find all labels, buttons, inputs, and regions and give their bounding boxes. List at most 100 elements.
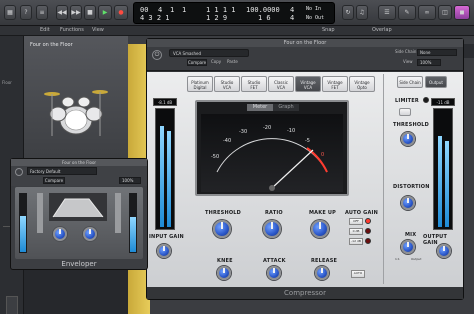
mix-min-label: 1:1 xyxy=(395,257,400,261)
preset-menu[interactable]: VCA Smashed xyxy=(169,49,249,57)
view-zoom-select[interactable]: 100% xyxy=(417,59,441,66)
limiter-threshold-knob[interactable] xyxy=(401,132,415,146)
browser-button[interactable]: ◫ xyxy=(438,5,452,20)
attack-knob-env[interactable] xyxy=(53,227,67,241)
output-level-readout: -11 dB xyxy=(431,98,455,106)
enveloper-view-select[interactable]: 100% xyxy=(119,177,141,184)
input-level-readout: -8.1 dB xyxy=(153,98,177,106)
notepad-button[interactable]: ✎ xyxy=(398,5,416,20)
model-button-vintage-opto[interactable]: Vintage Opto xyxy=(349,76,375,92)
make-up-knob[interactable] xyxy=(311,220,329,238)
compressor-titlebar[interactable]: Four on the Floor xyxy=(147,39,463,47)
ratio-label: RATIO xyxy=(265,210,283,216)
model-button-vintage-fet[interactable]: Vintage FET xyxy=(322,76,348,92)
record-button[interactable]: ● xyxy=(114,5,128,20)
enveloper-compare-button[interactable]: Compare xyxy=(43,177,65,184)
metronome-button[interactable]: ♫ xyxy=(356,5,368,20)
envelope-display[interactable] xyxy=(49,193,107,221)
enveloper-panel xyxy=(15,187,143,259)
auto-gain-options: OFF 0 dB -12 dB xyxy=(349,218,373,252)
gain-fader-left[interactable] xyxy=(37,193,43,233)
lcd-key: No In xyxy=(306,6,322,12)
power-button-icon[interactable]: ⏻ xyxy=(152,50,162,60)
menu-overlap[interactable]: Overlap xyxy=(372,27,392,33)
daw-window: ▦ ? ≡ ◀◀ ▶▶ ■ ▶ ● 00 4 1 1 4 3 2 1 1 1 1… xyxy=(0,0,474,314)
toolbar-button[interactable]: ≡ xyxy=(36,5,48,20)
fader[interactable] xyxy=(6,296,18,314)
release-label: RELEASE xyxy=(311,258,338,264)
limiter-toggle[interactable] xyxy=(399,108,411,116)
compare-button[interactable]: Compare xyxy=(187,59,207,66)
vu-scale-label-4: -10 xyxy=(287,128,296,134)
meter-graph-toggle: Meter Graph xyxy=(197,102,347,112)
release-knob[interactable] xyxy=(315,266,329,280)
auto-gain-led-0db xyxy=(365,228,371,234)
paste-button[interactable]: Paste xyxy=(227,59,239,66)
rewind-button[interactable]: ◀◀ xyxy=(56,5,68,20)
meter-tab[interactable]: Meter xyxy=(247,104,273,111)
gain-fader-right[interactable] xyxy=(115,193,121,233)
vu-needle xyxy=(271,149,314,189)
lcd-beat: 4 xyxy=(158,6,163,14)
help-button[interactable]: ? xyxy=(20,5,32,20)
enveloper-preset-menu[interactable]: Factory Default xyxy=(27,167,97,175)
lcd-bpm: 1 6 xyxy=(258,14,271,22)
model-button-studio-vca[interactable]: Studio VCA xyxy=(214,76,240,92)
model-button-platinum-digital[interactable]: Platinum Digital xyxy=(187,76,213,92)
side-chain-button[interactable]: Side Chain xyxy=(397,76,423,88)
lcd-display[interactable]: 00 4 1 1 4 3 2 1 1 1 1 1 1 2 9 100.0000 … xyxy=(133,2,335,24)
graph-tab[interactable]: Graph xyxy=(273,104,299,111)
model-button-sublabel: VCA xyxy=(276,85,286,90)
threshold-knob[interactable] xyxy=(213,220,231,238)
model-button-vintage-vca[interactable]: Vintage VCA xyxy=(295,76,321,92)
vu-face: -50 -40 -30 -20 -10 -5 0 xyxy=(201,114,343,192)
enveloper-power-icon[interactable] xyxy=(15,168,23,176)
output-meter xyxy=(433,108,453,230)
play-button[interactable]: ▶ xyxy=(98,5,112,20)
output-button[interactable]: Output xyxy=(425,76,447,88)
ratio-knob[interactable] xyxy=(263,220,281,238)
list-editors-button[interactable]: ☰ xyxy=(378,5,396,20)
auto-gain-off[interactable]: OFF xyxy=(349,218,363,225)
attack-knob[interactable] xyxy=(267,266,281,280)
enveloper-meter-left xyxy=(19,193,27,253)
limiter-threshold-label: THRESHOLD xyxy=(393,122,430,128)
release-knob-env[interactable] xyxy=(83,227,97,241)
model-button-classic-vca[interactable]: Classic VCA xyxy=(268,76,294,92)
forward-button[interactable]: ▶▶ xyxy=(70,5,82,20)
auto-gain-led-12db xyxy=(365,238,371,244)
model-button-sublabel: VCA xyxy=(303,85,313,90)
input-gain-knob[interactable] xyxy=(157,244,171,258)
lcd-key-b: No Out xyxy=(306,15,325,21)
vu-scale-label-3: -20 xyxy=(263,125,272,131)
loop-browser-button[interactable]: ∞ xyxy=(418,5,436,20)
auto-release-button[interactable]: AUTO xyxy=(351,270,365,278)
knee-knob[interactable] xyxy=(217,266,231,280)
attack-label: ATTACK xyxy=(263,258,286,264)
menu-view[interactable]: View xyxy=(92,27,104,33)
copy-button[interactable]: Copy xyxy=(211,59,223,66)
lcd-sig-top: 4 xyxy=(290,6,295,14)
menu-functions[interactable]: Functions xyxy=(60,27,84,33)
side-chain-select[interactable]: None xyxy=(417,49,457,56)
distortion-knob[interactable] xyxy=(401,196,415,210)
mix-knob[interactable] xyxy=(401,240,415,254)
enveloper-titlebar[interactable]: Four on the Floor xyxy=(11,159,147,166)
model-button-studio-fet[interactable]: Studio FET xyxy=(241,76,267,92)
lcd-time-top: 1 1 1 1 xyxy=(206,6,236,14)
cycle-button[interactable]: ↻ xyxy=(342,5,354,20)
auto-gain-12db[interactable]: -12 dB xyxy=(349,238,363,245)
lcd-mode-button[interactable]: ◼ xyxy=(454,5,470,20)
menu-snap[interactable]: Snap xyxy=(322,27,335,33)
output-gain-knob[interactable] xyxy=(437,244,451,258)
vu-scale-label-2: -30 xyxy=(239,129,248,135)
side-chain-label: Side Chain xyxy=(395,49,417,54)
menu-edit[interactable]: Edit xyxy=(40,27,50,33)
auto-gain-0db[interactable]: 0 dB xyxy=(349,228,363,235)
knee-label: KNEE xyxy=(217,258,233,264)
control-bar: ▦ ? ≡ ◀◀ ▶▶ ■ ▶ ● 00 4 1 1 4 3 2 1 1 1 1… xyxy=(0,0,474,26)
library-button[interactable]: ▦ xyxy=(4,5,16,20)
stop-button[interactable]: ■ xyxy=(84,5,96,20)
enveloper-meter-left-fill xyxy=(20,216,26,252)
limiter-led xyxy=(423,97,429,103)
